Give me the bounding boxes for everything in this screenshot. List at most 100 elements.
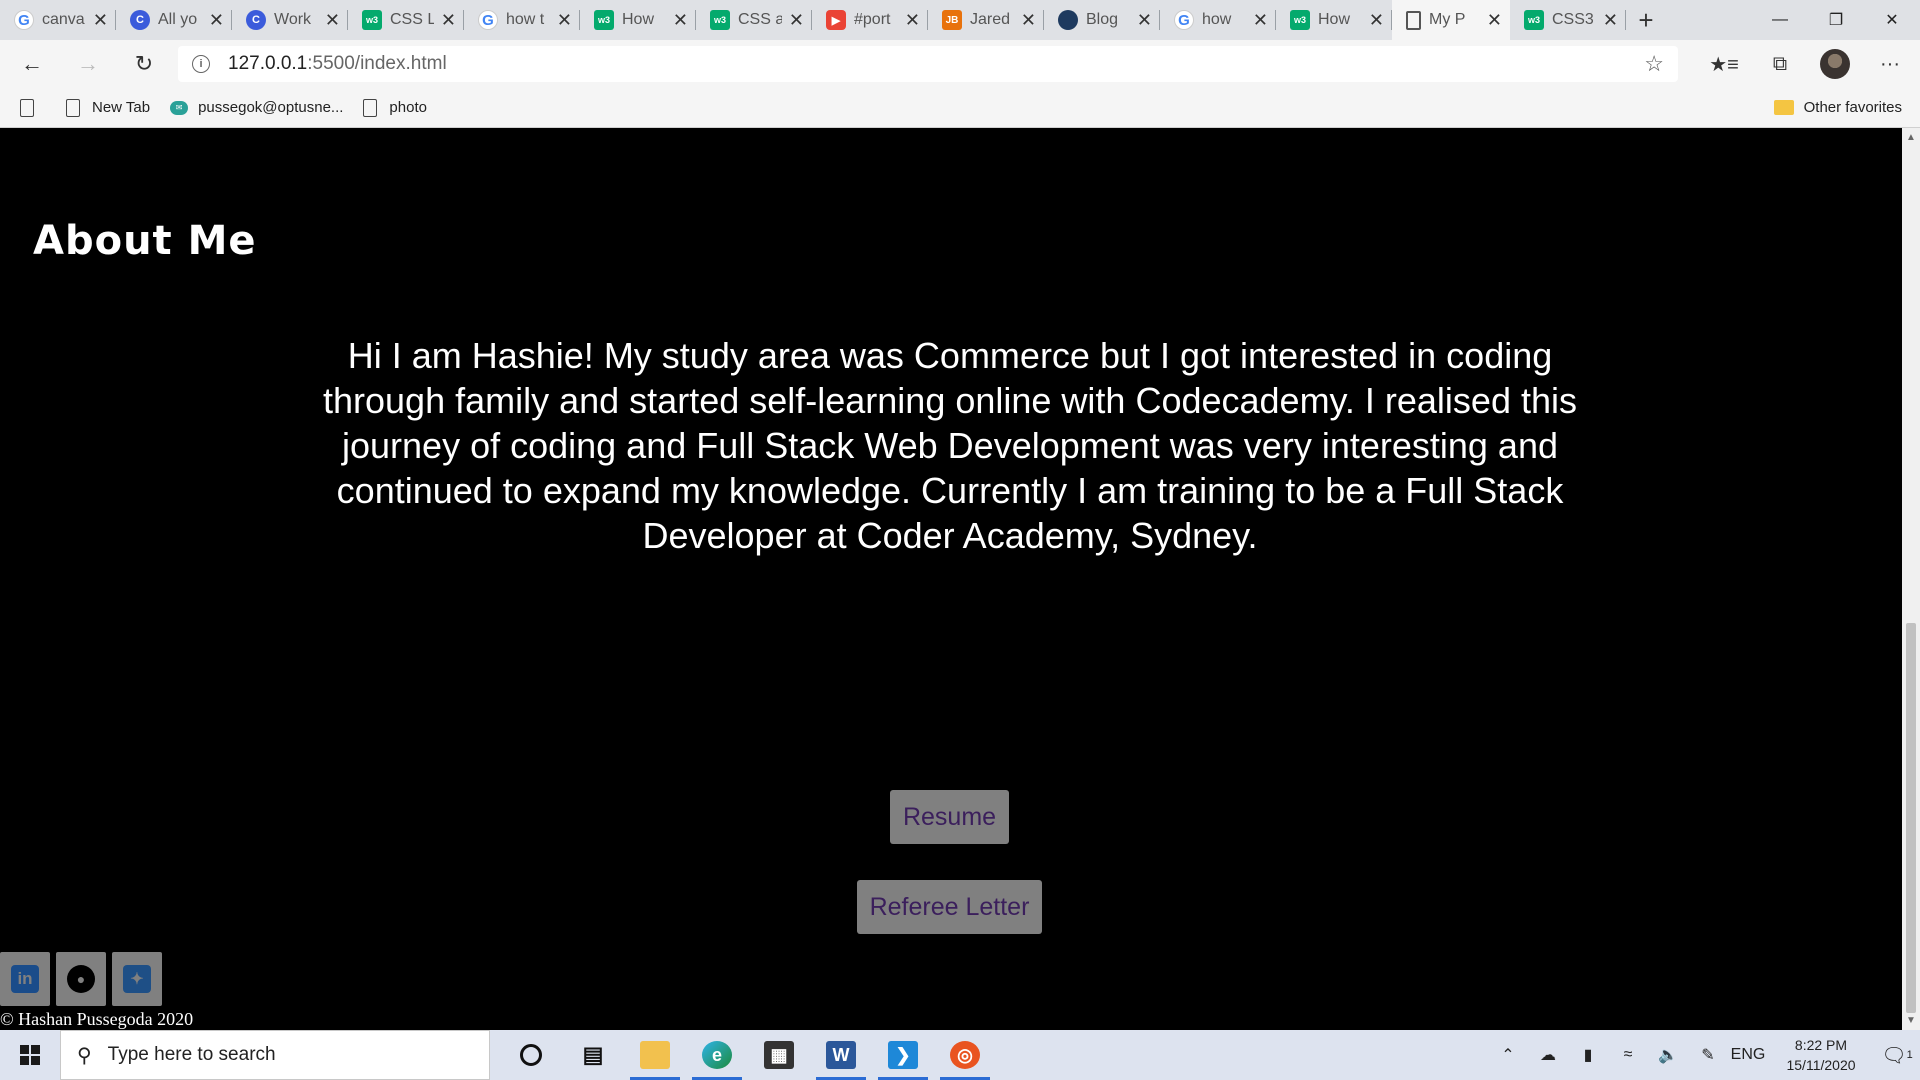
tab-8[interactable]: JB Jared ✕ [928, 0, 1044, 40]
task-view-button[interactable]: ▤ [562, 1030, 624, 1080]
favorite-star-icon[interactable]: ☆ [1644, 51, 1664, 77]
close-tab-icon[interactable]: ✕ [789, 11, 804, 29]
file-explorer-button[interactable] [624, 1030, 686, 1080]
cortana-button[interactable] [500, 1030, 562, 1080]
linkedin-link[interactable]: in [0, 952, 50, 1006]
referee-letter-button[interactable]: Referee Letter [857, 880, 1042, 934]
store-button[interactable]: ▦ [748, 1030, 810, 1080]
tab-13[interactable]: w3 CSS3 ✕ [1510, 0, 1626, 40]
close-tab-icon[interactable]: ✕ [1253, 11, 1268, 29]
close-tab-icon[interactable]: ✕ [1137, 11, 1152, 29]
tab-3[interactable]: w3 CSS L ✕ [348, 0, 464, 40]
onedrive-icon[interactable]: ☁ [1528, 1045, 1568, 1065]
google-icon: G [1174, 10, 1194, 30]
folder-icon [1773, 100, 1794, 115]
close-tab-icon[interactable]: ✕ [673, 11, 688, 29]
tab-strip: Gcanva ✕ C All yo ✕ C Work ✕ w3 CSS L ✕ Ghow t ✕ w3 Ho… [0, 0, 1920, 40]
close-tab-icon[interactable]: ✕ [325, 11, 340, 29]
info-icon[interactable]: i [192, 55, 210, 73]
volume-icon[interactable]: 🔈 [1648, 1045, 1688, 1065]
chevron-up-icon[interactable]: ⌃ [1488, 1045, 1528, 1065]
resume-button[interactable]: Resume [890, 790, 1009, 844]
scrollbar-thumb[interactable] [1906, 623, 1916, 1013]
w3-icon: w3 [362, 10, 382, 30]
tab-title: how [1202, 11, 1232, 28]
wifi-icon[interactable]: ≈ [1608, 1046, 1648, 1064]
forward-arrow-icon[interactable]: → [64, 44, 112, 84]
close-tab-icon[interactable]: ✕ [1487, 11, 1502, 29]
other-favorites[interactable]: Other favorites [1773, 99, 1902, 116]
tab-2[interactable]: C Work ✕ [232, 0, 348, 40]
tab-12[interactable]: My P ✕ [1392, 0, 1510, 40]
store-icon: ▦ [764, 1041, 794, 1069]
twitter-link[interactable]: ✦ [112, 952, 162, 1006]
start-button[interactable] [0, 1030, 60, 1080]
tab-title: CSS a [738, 11, 782, 28]
close-tab-icon[interactable]: ✕ [1603, 11, 1618, 29]
linkedin-icon: in [11, 965, 39, 993]
favorites-list-icon[interactable]: ★≡ [1696, 52, 1752, 77]
close-tab-icon[interactable]: ✕ [1369, 11, 1384, 29]
close-window-icon[interactable]: ✕ [1864, 0, 1920, 40]
tab-title: Blog [1086, 11, 1119, 28]
about-heading: About Me [33, 218, 257, 264]
tab-7[interactable]: ▶ #port ✕ [812, 0, 928, 40]
close-tab-icon[interactable]: ✕ [441, 11, 456, 29]
language-indicator[interactable]: ENG [1728, 1046, 1768, 1064]
taskbar-search[interactable]: ⚲ Type here to search [60, 1030, 490, 1080]
notifications-icon[interactable]: 🗨 1 [1874, 1043, 1920, 1068]
tab-1[interactable]: C All yo ✕ [116, 0, 232, 40]
tab-5[interactable]: w3 How ✕ [580, 0, 696, 40]
more-menu-icon[interactable]: ··· [1862, 53, 1918, 76]
clock[interactable]: 8:22 PM 15/11/2020 [1776, 1035, 1866, 1075]
twitter-icon: ✦ [123, 965, 151, 993]
collections-icon[interactable]: ⧉ [1752, 53, 1808, 76]
address-bar[interactable]: i 127.0.0.1:5500/index.html ☆ [178, 46, 1678, 82]
ubuntu-button[interactable]: ◎ [934, 1030, 996, 1080]
close-tab-icon[interactable]: ✕ [93, 11, 108, 29]
close-tab-icon[interactable]: ✕ [557, 11, 572, 29]
github-link[interactable]: ● [56, 952, 106, 1006]
url-text[interactable]: 127.0.0.1:5500/index.html [228, 53, 447, 75]
close-tab-icon[interactable]: ✕ [1021, 11, 1036, 29]
close-tab-icon[interactable]: ✕ [209, 11, 224, 29]
tab-0[interactable]: Gcanva ✕ [0, 0, 116, 40]
notification-count: 1 [1906, 1049, 1913, 1061]
scroll-down-icon[interactable]: ▼ [1902, 1015, 1920, 1026]
url-host: 127.0.0.1 [228, 53, 308, 74]
refresh-icon[interactable]: ↻ [120, 44, 168, 84]
bookmark-mail[interactable]: ✉ pussegok@optusne... [170, 99, 343, 116]
tab-9[interactable]: Blog ✕ [1044, 0, 1160, 40]
c-icon: C [130, 10, 150, 30]
page-scrollbar[interactable]: ▲ ▼ [1902, 128, 1920, 1030]
pen-icon[interactable]: ✎ [1688, 1045, 1728, 1065]
edge-button[interactable]: e [686, 1030, 748, 1080]
youtube-icon: ▶ [826, 10, 846, 30]
restore-icon[interactable]: ❐ [1808, 0, 1864, 40]
vscode-icon: ❯ [888, 1041, 918, 1069]
tab-11[interactable]: w3 How ✕ [1276, 0, 1392, 40]
bookmark-label: pussegok@optusne... [198, 99, 344, 116]
back-arrow-icon[interactable]: ← [8, 44, 56, 84]
tab-title: Jared [970, 11, 1011, 28]
battery-icon[interactable]: ▮ [1568, 1045, 1608, 1065]
profile-avatar[interactable] [1820, 49, 1850, 79]
tab-10[interactable]: Ghow ✕ [1160, 0, 1276, 40]
close-tab-icon[interactable]: ✕ [905, 11, 920, 29]
w3-icon: w3 [1524, 10, 1544, 30]
tab-6[interactable]: w3 CSS a ✕ [696, 0, 812, 40]
jb-icon: JB [942, 10, 962, 30]
word-button[interactable]: W [810, 1030, 872, 1080]
new-tab-button[interactable]: + [1626, 0, 1666, 40]
other-favorites-label: Other favorites [1803, 99, 1902, 116]
minimize-icon[interactable]: — [1752, 0, 1808, 40]
word-icon: W [826, 1041, 856, 1069]
scroll-up-icon[interactable]: ▲ [1902, 132, 1920, 143]
bookmark-blank[interactable] [20, 98, 46, 117]
tab-4[interactable]: Ghow t ✕ [464, 0, 580, 40]
copyright-text: © Hashan Pussegoda 2020 [0, 1009, 194, 1029]
vscode-button[interactable]: ❯ [872, 1030, 934, 1080]
web-page: About Me Hi I am Hashie! My study area w… [0, 128, 1902, 1030]
bookmark-photo[interactable]: photo [363, 98, 427, 117]
bookmark-new-tab[interactable]: New Tab [66, 98, 150, 117]
